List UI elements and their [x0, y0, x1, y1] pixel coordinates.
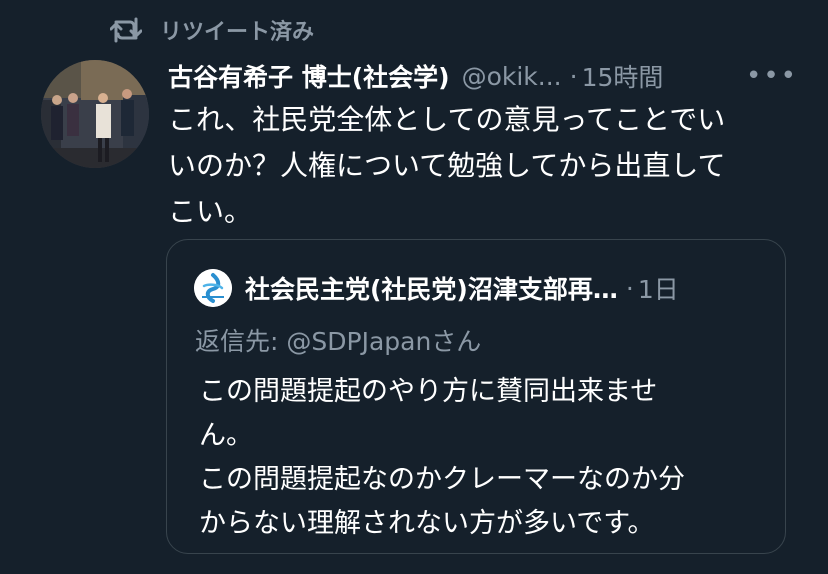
quoted-tweet-text: この問題提起のやり方に賛同出来ませ ん。 この問題提起なのかクレーマーなのか分 … — [199, 370, 769, 546]
tweet-text-line: これ、社民党全体としての意見ってことでい — [168, 103, 726, 136]
retweet-label: リツイート済み — [160, 20, 315, 45]
quoted-tweet-card[interactable]: 社会民主党(社民党)沼津支部再… · 1日 返信先: @SDPJapanさん こ… — [166, 239, 786, 554]
quoted-author-avatar[interactable] — [194, 269, 232, 307]
tweet-text-line: いのか？人権について勉強してから出直して — [168, 149, 726, 182]
quoted-author-name[interactable]: 社会民主党(社民党)沼津支部再… — [245, 270, 618, 306]
more-icon[interactable]: ••• — [746, 61, 796, 91]
quoted-text-line: ん。 — [199, 420, 253, 451]
author-name[interactable]: 古谷有希子 博士(社会学) — [168, 58, 450, 94]
tweet-timestamp[interactable]: 15時間 — [582, 58, 664, 94]
retweet-indicator: リツイート済み — [110, 12, 314, 48]
author-avatar[interactable] — [41, 60, 149, 168]
tweet-header: 古谷有希子 博士(社会学) @okik... · 15時間 — [168, 56, 808, 96]
quoted-text-line: この問題提起なのかクレーマーなのか分 — [199, 464, 685, 495]
party-logo-icon — [194, 269, 232, 307]
quoted-timestamp[interactable]: 1日 — [638, 270, 679, 306]
quoted-text-line: この問題提起のやり方に賛同出来ませ — [199, 376, 658, 407]
separator-dot: · — [569, 61, 578, 91]
quoted-tweet-header: 社会民主党(社民党)沼津支部再… · 1日 — [245, 268, 679, 308]
quoted-text-line: からない理解されない方が多いです。 — [199, 508, 655, 539]
tweet-text-line: こい。 — [168, 195, 253, 228]
separator-dot: · — [625, 273, 634, 303]
avatar-photo — [41, 60, 149, 168]
retweet-icon — [110, 17, 142, 43]
more-label: ••• — [746, 61, 799, 91]
author-handle[interactable]: @okik... — [462, 62, 562, 91]
reply-to-label: 返信先: @SDPJapanさん — [195, 327, 482, 356]
tweet-text: これ、社民党全体としての意見ってことでい いのか？人権について勉強してから出直し… — [168, 97, 788, 235]
